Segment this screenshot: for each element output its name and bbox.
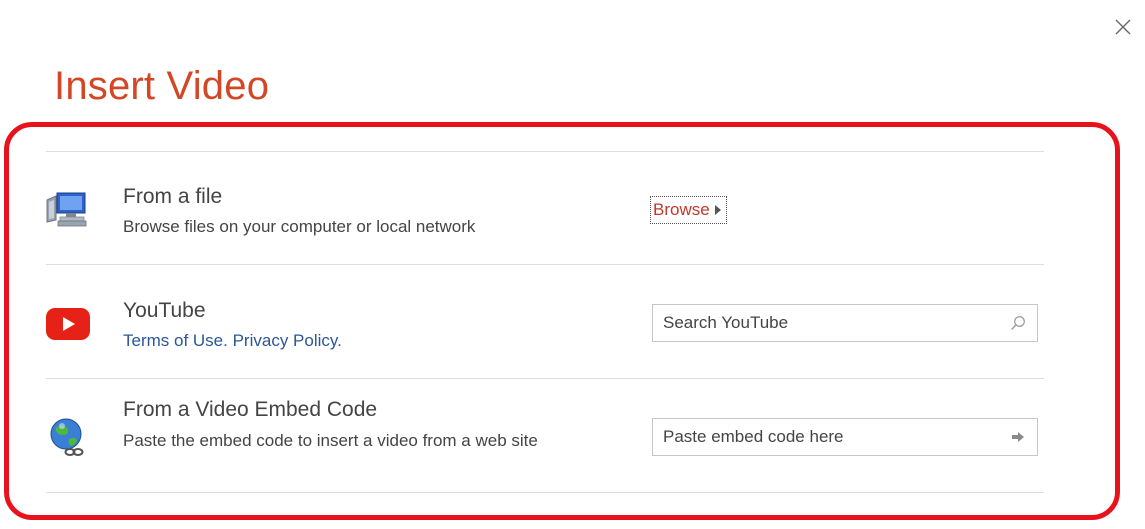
dialog-title: Insert Video [54, 64, 270, 108]
file-option-description: Browse files on your computer or local n… [123, 217, 476, 236]
terms-of-use-link[interactable]: Terms of Use. [123, 331, 228, 350]
divider [46, 264, 1044, 265]
file-option-title: From a file [123, 185, 223, 208]
embed-code-box [652, 418, 1038, 456]
browse-button[interactable]: Browse [650, 196, 727, 224]
youtube-search-input[interactable] [653, 305, 993, 341]
divider [46, 492, 1044, 493]
insert-embed-button[interactable] [999, 419, 1037, 455]
close-icon [1115, 19, 1131, 35]
computer-network-icon [44, 186, 92, 234]
search-icon [1010, 316, 1025, 331]
youtube-icon [44, 300, 92, 348]
browse-label: Browse [653, 200, 710, 219]
privacy-policy-link[interactable]: Privacy Policy. [233, 331, 342, 350]
youtube-links: Terms of Use. Privacy Policy. [123, 328, 342, 354]
divider [46, 151, 1044, 152]
divider [46, 378, 1044, 379]
caret-right-icon [714, 205, 721, 215]
embed-option-description: Paste the embed code to insert a video f… [123, 431, 538, 450]
youtube-search-button[interactable] [999, 305, 1037, 341]
youtube-search-box [652, 304, 1038, 342]
youtube-option-title: YouTube [123, 299, 206, 322]
globe-link-icon [44, 412, 92, 460]
arrow-right-icon [1012, 432, 1024, 442]
embed-code-input[interactable] [653, 419, 993, 455]
embed-option-title: From a Video Embed Code [123, 398, 378, 421]
insert-video-dialog: Insert Video From a file Browse files on… [0, 0, 1145, 529]
close-button[interactable] [1112, 16, 1134, 38]
